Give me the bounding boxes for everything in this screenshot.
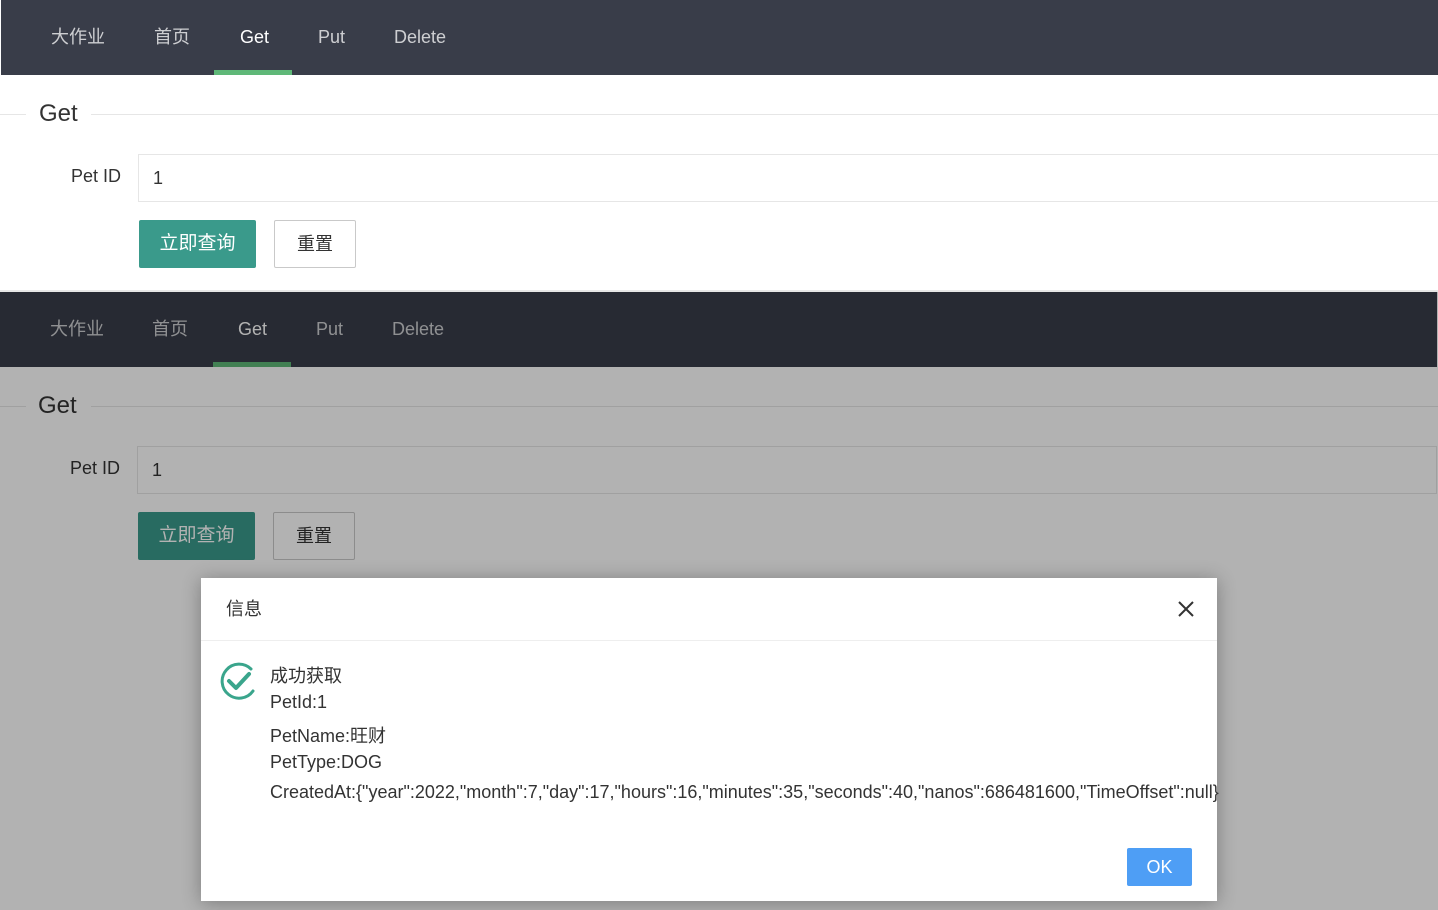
form-title: Get: [39, 100, 90, 128]
success-check-icon: [220, 662, 255, 700]
message-status: 成功获取: [270, 666, 342, 686]
message-created-at: CreatedAt:{"year":2022,"month":7,"day":1…: [270, 782, 1219, 802]
page-before-query: 大作业 首页 Get Put Delete Get Pet ID 1 立即查询 …: [0, 0, 1438, 291]
message-pet-id: PetId:1: [270, 692, 328, 712]
close-icon[interactable]: [1177, 600, 1195, 618]
active-tab-indicator: [214, 70, 292, 75]
nav-item-delete[interactable]: Delete: [394, 0, 446, 75]
nav-item-get[interactable]: Get: [240, 0, 269, 75]
page-after-query: 大作业 首页 Get Put Delete Get Pet ID 1 立即查询 …: [0, 292, 1438, 910]
nav-brand[interactable]: 大作业: [51, 0, 105, 75]
reset-button[interactable]: 重置: [274, 220, 356, 268]
ok-button[interactable]: OK: [1127, 848, 1192, 886]
pet-id-label: Pet ID: [71, 166, 122, 186]
fieldset-border: [0, 114, 1438, 115]
pet-id-input[interactable]: 1: [138, 154, 1438, 202]
dialog-title: 信息: [201, 578, 1217, 641]
message-pet-name: PetName:旺财: [270, 726, 387, 746]
nav-item-put[interactable]: Put: [318, 0, 345, 75]
top-navbar: 大作业 首页 Get Put Delete: [1, 0, 1438, 75]
info-dialog: 信息 成功获取 PetId:1 PetName:旺财 PetType:DOG C…: [201, 578, 1219, 901]
query-button[interactable]: 立即查询: [139, 220, 256, 268]
message-pet-type: PetType:DOG: [270, 752, 383, 772]
nav-item-home[interactable]: 首页: [154, 0, 190, 75]
